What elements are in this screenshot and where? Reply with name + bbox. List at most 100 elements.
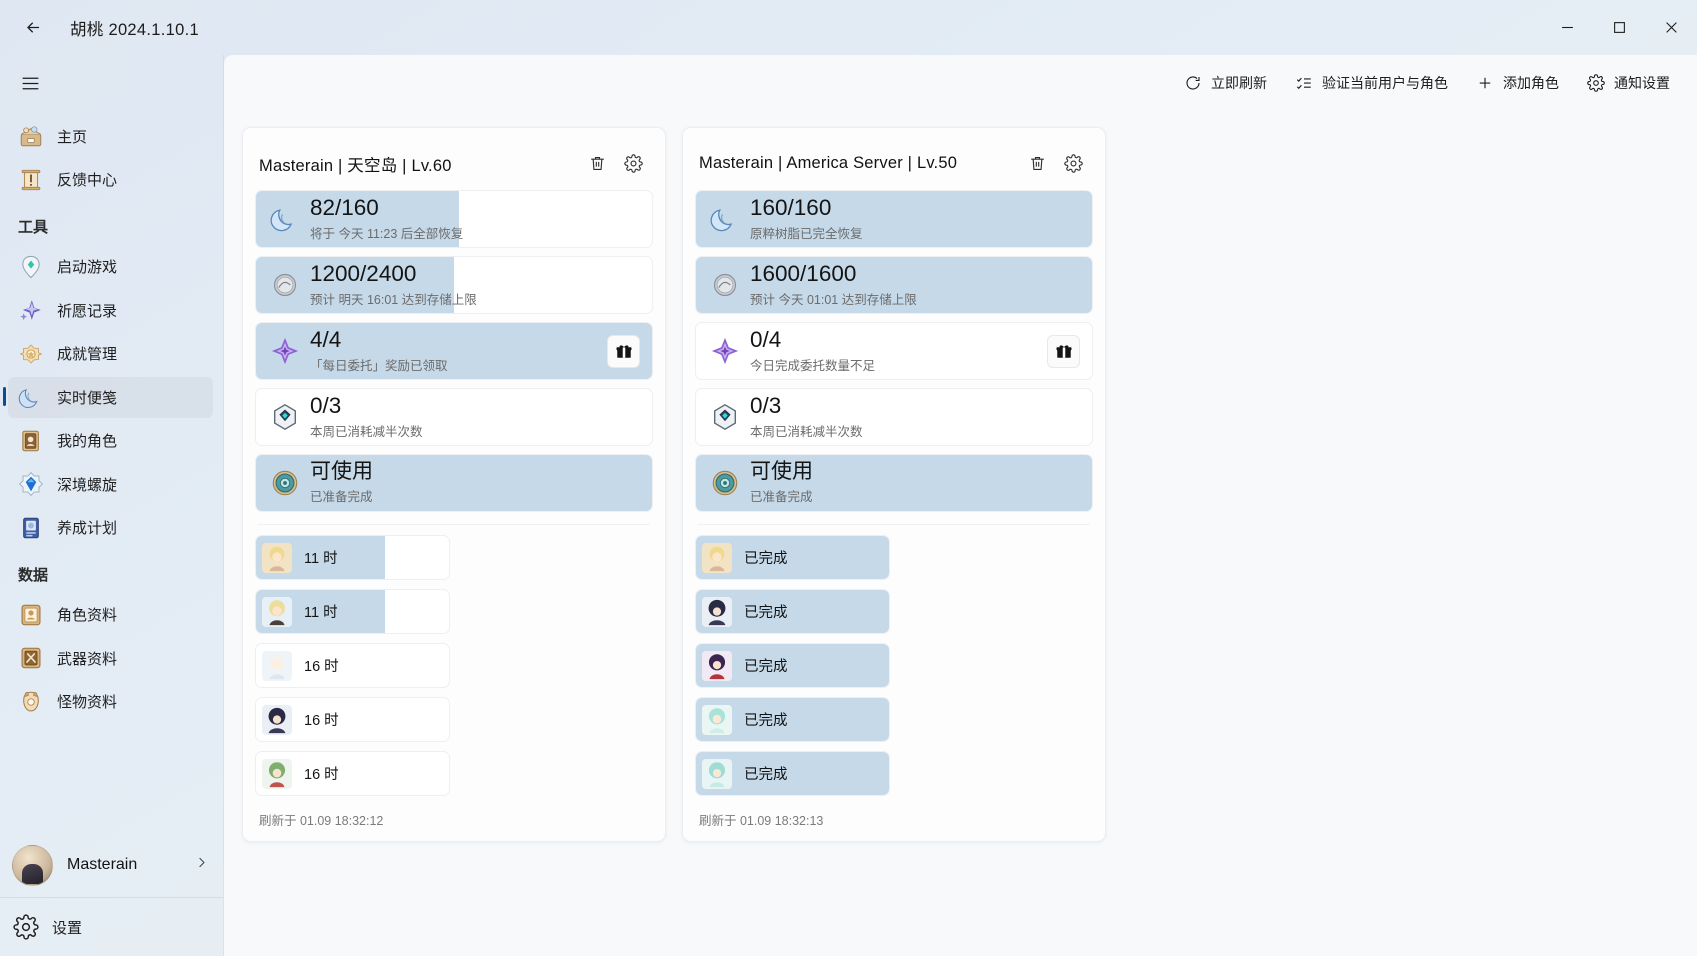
minimize-button[interactable] (1541, 0, 1593, 55)
refresh-now-button[interactable]: 立即刷新 (1173, 66, 1278, 99)
expedition-item[interactable]: 已完成 (695, 751, 890, 796)
expedition-label: 已完成 (744, 659, 788, 675)
cultivation-plan-icon (23, 517, 39, 538)
notification-settings-label: 通知设置 (1614, 74, 1670, 91)
expedition-label: 11 时 (304, 605, 338, 621)
sidebar-item-settings[interactable]: 设置 (0, 898, 223, 956)
sidebar-item-home[interactable]: 主页 (8, 116, 213, 157)
sidebar-item-character-data[interactable]: 角色资料 (8, 594, 213, 635)
stat-text: 0/3 本周已消耗减半次数 (310, 394, 423, 439)
stat-row-resin[interactable]: 82/160 将于 今天 11:23 后全部恢复 (255, 190, 653, 248)
realm-currency-icon (705, 267, 745, 303)
expedition-label: 已完成 (744, 713, 788, 729)
claim-reward-button[interactable] (1047, 334, 1080, 368)
stat-row-transformer[interactable]: 可使用 已准备完成 (695, 454, 1093, 512)
expedition-label: 16 时 (304, 767, 339, 783)
trash-icon (1030, 157, 1044, 170)
plus-icon (1479, 77, 1491, 88)
resin-moon-icon (265, 201, 305, 237)
back-button[interactable] (10, 10, 56, 46)
expedition-item[interactable]: 16 时 (255, 643, 450, 688)
sidebar-item-wish-record[interactable]: 祈愿记录 (8, 290, 213, 331)
notification-settings-button[interactable]: 通知设置 (1576, 66, 1681, 99)
delete-role-button[interactable] (581, 148, 613, 180)
stat-row-transformer[interactable]: 可使用 已准备完成 (255, 454, 653, 512)
gear-icon (1587, 73, 1605, 92)
stat-subtitle: 「每日委托」奖励已领取 (310, 358, 448, 373)
stat-value: 1200/2400 (310, 261, 417, 287)
stat-row-realm-currency[interactable]: 1600/1600 预计 今天 01:01 达到存储上限 (695, 256, 1093, 314)
title-bar: 胡桃 2024.1.10.1 (0, 0, 1697, 55)
card-settings-button[interactable] (617, 148, 649, 180)
stat-value: 1600/1600 (750, 261, 857, 287)
feedback-icon (21, 169, 41, 190)
delete-role-button[interactable] (1021, 148, 1053, 180)
monster-data-icon (23, 691, 39, 711)
expedition-item[interactable]: 已完成 (695, 643, 890, 688)
stat-value: 可使用 (750, 460, 813, 484)
wish-record-icon (20, 300, 41, 321)
verify-icon (1296, 77, 1311, 89)
stat-value: 160/160 (750, 195, 832, 221)
claim-reward-button[interactable] (607, 334, 640, 368)
sidebar-item-label: 成就管理 (57, 346, 118, 363)
stat-row-realm-currency[interactable]: 1200/2400 预计 明天 16:01 达到存储上限 (255, 256, 653, 314)
expedition-item[interactable]: 已完成 (695, 535, 890, 580)
sidebar-item-label: 启动游戏 (57, 259, 118, 276)
stat-row-daily-commission[interactable]: 0/4 今日完成委托数量不足 (695, 322, 1093, 380)
stat-value: 可使用 (310, 460, 373, 484)
close-button[interactable] (1645, 0, 1697, 55)
sidebar-group-data: 数据 (18, 566, 49, 584)
sidebar-item-spiral-abyss[interactable]: 深境螺旋 (8, 464, 213, 505)
sidebar-item-my-characters[interactable]: 我的角色 (8, 420, 213, 461)
gear-icon (13, 914, 39, 940)
spiral-abyss-icon (18, 471, 44, 497)
my-characters-icon (22, 430, 39, 451)
expedition-item[interactable]: 已完成 (695, 589, 890, 634)
sidebar-toggle-button[interactable] (8, 63, 52, 103)
sidebar-item-monster-data[interactable]: 怪物资料 (8, 681, 213, 722)
stat-text: 0/3 本周已消耗减半次数 (750, 394, 863, 439)
char-noelle-avatar (702, 542, 732, 573)
note-cards-container: Masterain | 天空岛 | Lv.60 82/160 将于 今天 11:… (224, 105, 1697, 842)
sidebar-item-real-time-notes[interactable]: 实时便笺 (3, 376, 213, 418)
refresh-now-label: 立即刷新 (1211, 74, 1267, 91)
sidebar-item-feedback[interactable]: 反馈中心 (8, 159, 213, 200)
expedition-item[interactable]: 已完成 (695, 697, 890, 742)
gift-icon (1056, 345, 1071, 358)
stat-row-daily-commission[interactable]: 4/4 「每日委托」奖励已领取 (255, 322, 653, 380)
hamburger-icon (22, 77, 38, 89)
sidebar-item-achievement[interactable]: 成就管理 (8, 333, 213, 374)
resin-discount-icon (265, 399, 305, 435)
stat-text: 0/4 今日完成委托数量不足 (750, 328, 875, 373)
maximize-button[interactable] (1593, 0, 1645, 55)
sidebar-item-weapon-data[interactable]: 武器资料 (8, 638, 213, 679)
card-actions (1021, 148, 1089, 180)
expedition-item[interactable]: 16 时 (255, 751, 450, 796)
sidebar-item-cultivation-plan[interactable]: 养成计划 (8, 507, 213, 548)
expedition-item[interactable]: 16 时 (255, 697, 450, 742)
stat-row-resin[interactable]: 160/160 原粹树脂已完全恢复 (695, 190, 1093, 248)
expedition-item[interactable]: 11 时 (255, 535, 450, 580)
daily-commission-icon (705, 333, 745, 369)
gear-icon (623, 154, 643, 173)
add-role-button[interactable]: 添加角色 (1465, 66, 1570, 99)
stat-text: 1200/2400 预计 明天 16:01 达到存储上限 (310, 262, 477, 307)
sidebar-user-profile[interactable]: Masterain (0, 833, 223, 897)
stat-row-resin-discount[interactable]: 0/3 本周已消耗减半次数 (255, 388, 653, 446)
sidebar-item-label: 养成计划 (57, 520, 118, 537)
card-header: Masterain | 天空岛 | Lv.60 (255, 142, 653, 182)
stat-text: 可使用 已准备完成 (750, 460, 813, 505)
expedition-label: 已完成 (744, 605, 788, 621)
sidebar-item-launch-game[interactable]: 启动游戏 (8, 246, 213, 287)
card-actions (581, 148, 649, 180)
stat-row-resin-discount[interactable]: 0/3 本周已消耗减半次数 (695, 388, 1093, 446)
stat-text: 4/4 「每日委托」奖励已领取 (310, 328, 448, 373)
daily-commission-icon (265, 333, 305, 369)
sidebar-item-label: 武器资料 (57, 650, 118, 668)
gear-icon (1063, 154, 1083, 173)
expedition-item[interactable]: 11 时 (255, 589, 450, 634)
real-time-notes-icon (18, 389, 38, 408)
verify-user-button[interactable]: 验证当前用户与角色 (1284, 66, 1459, 99)
card-settings-button[interactable] (1057, 148, 1089, 180)
